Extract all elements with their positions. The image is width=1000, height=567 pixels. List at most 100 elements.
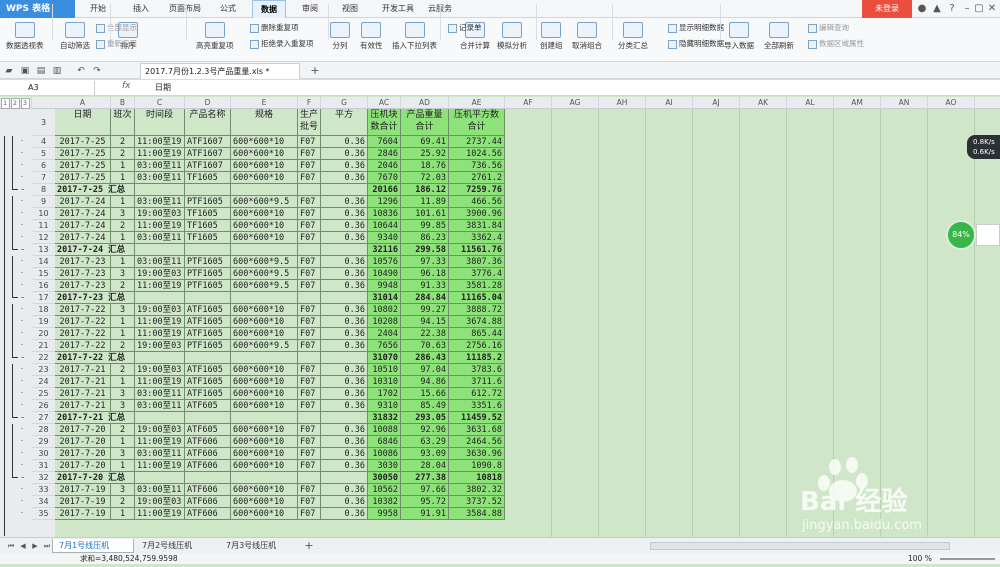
cell[interactable]	[231, 244, 298, 256]
cell[interactable]: 11:00至19	[135, 460, 185, 472]
cell[interactable]: 2017-7-21 汇总	[55, 412, 185, 424]
add-sheet-icon[interactable]: +	[302, 539, 316, 553]
cell[interactable]: 600*600*10	[231, 400, 298, 412]
cell[interactable]: 7670	[368, 172, 401, 184]
cell[interactable]: 612.72	[449, 388, 505, 400]
cell[interactable]: 10088	[368, 424, 401, 436]
row-number[interactable]: 21	[32, 340, 55, 352]
skin-icon[interactable]: ●	[915, 2, 929, 16]
cell[interactable]: 69.41	[401, 136, 449, 148]
cell[interactable]: 03:00至11	[135, 172, 185, 184]
ribbon-button-12[interactable]: 导入数据	[724, 20, 754, 51]
cell[interactable]: 2017-7-20 汇总	[55, 472, 185, 484]
ribbon-button-6[interactable]: 插入下拉列表	[392, 20, 437, 51]
cell[interactable]: PTF1605	[185, 268, 231, 280]
cell[interactable]: 产品名称	[185, 109, 231, 136]
cell[interactable]: 1	[111, 256, 135, 268]
cell[interactable]: F07	[298, 340, 321, 352]
cell[interactable]: 85.49	[401, 400, 449, 412]
login-button[interactable]: 未登录	[862, 0, 912, 18]
cell[interactable]: 11:00至19	[135, 436, 185, 448]
cell[interactable]: F07	[298, 232, 321, 244]
cell[interactable]: 2017-7-22	[55, 328, 111, 340]
cell[interactable]: 20166	[368, 184, 401, 196]
outline-level-buttons[interactable]: 123	[0, 97, 32, 109]
cell[interactable]: 2017-7-20	[55, 424, 111, 436]
cell[interactable]	[185, 472, 231, 484]
outline-level-3[interactable]: 3	[20, 98, 30, 109]
cell[interactable]: 600*600*10	[231, 160, 298, 172]
cell[interactable]: 1	[111, 232, 135, 244]
row-number[interactable]: 9	[32, 196, 55, 208]
cell[interactable]: 10208	[368, 316, 401, 328]
cell[interactable]: 9310	[368, 400, 401, 412]
cell[interactable]: 2761.2	[449, 172, 505, 184]
column-header[interactable]: D	[185, 97, 231, 109]
cell[interactable]: 规格	[231, 109, 298, 136]
cell[interactable]: 101.61	[401, 208, 449, 220]
ribbon-small-5[interactable]: 显示明细数据	[668, 22, 724, 34]
cell[interactable]: F07	[298, 460, 321, 472]
save-icon[interactable]: ▣	[18, 64, 32, 78]
cell[interactable]: TF1605	[185, 208, 231, 220]
cell[interactable]: PTF1605	[185, 280, 231, 292]
row-number[interactable]: 11	[32, 220, 55, 232]
cell[interactable]: 600*600*10	[231, 316, 298, 328]
cell[interactable]: 93.09	[401, 448, 449, 460]
cell[interactable]	[321, 352, 368, 364]
cell[interactable]: 2017-7-24 汇总	[55, 244, 185, 256]
cell[interactable]: 11:00至19	[135, 508, 185, 520]
cell[interactable]: PTF1605	[185, 340, 231, 352]
cell[interactable]: 1024.56	[449, 148, 505, 160]
cell[interactable]: 产品重量合计	[401, 109, 449, 136]
cell[interactable]: 600*600*10	[231, 376, 298, 388]
cell[interactable]: 600*600*10	[231, 208, 298, 220]
cell[interactable]: F07	[298, 436, 321, 448]
row-number[interactable]: 10	[32, 208, 55, 220]
cell[interactable]: 600*600*10	[231, 388, 298, 400]
cell[interactable]: 3362.4	[449, 232, 505, 244]
cell[interactable]: 2	[111, 424, 135, 436]
cell[interactable]: 3783.6	[449, 364, 505, 376]
row-number[interactable]: 29	[32, 436, 55, 448]
outline-level-1[interactable]: 1	[0, 98, 10, 109]
cell[interactable]: 2	[111, 364, 135, 376]
row-number[interactable]: 17	[32, 292, 55, 304]
cell[interactable]: 1296	[368, 196, 401, 208]
cell[interactable]: 1	[111, 316, 135, 328]
cell[interactable]: 19:00至03	[135, 496, 185, 508]
cell[interactable]: 0.36	[321, 364, 368, 376]
outline-collapse-button[interactable]: –	[21, 246, 26, 253]
name-box[interactable]: A3	[0, 81, 95, 95]
cell[interactable]: 2	[111, 340, 135, 352]
cell[interactable]: 2017-7-24	[55, 196, 111, 208]
cell[interactable]: 2017-7-19	[55, 496, 111, 508]
cell[interactable]: 277.38	[401, 472, 449, 484]
cell[interactable]: 31832	[368, 412, 401, 424]
cell[interactable]: 99.85	[401, 220, 449, 232]
menu-1[interactable]: 插入	[128, 0, 154, 18]
cell[interactable]	[298, 244, 321, 256]
cell[interactable]: 1	[111, 160, 135, 172]
cell[interactable]: 2017-7-25	[55, 136, 111, 148]
cell[interactable]: 0.36	[321, 160, 368, 172]
cell[interactable]: 1	[111, 328, 135, 340]
cell[interactable]: 0.36	[321, 436, 368, 448]
cell[interactable]: 11165.04	[449, 292, 505, 304]
cell[interactable]: F07	[298, 304, 321, 316]
cell[interactable]	[231, 352, 298, 364]
cell[interactable]: 19:00至03	[135, 304, 185, 316]
cell[interactable]: 03:00至11	[135, 196, 185, 208]
row-number[interactable]: 5	[32, 148, 55, 160]
cell[interactable]: 0.36	[321, 460, 368, 472]
cell[interactable]: 03:00至11	[135, 400, 185, 412]
cell[interactable]: 2846	[368, 148, 401, 160]
cell[interactable]: F07	[298, 496, 321, 508]
cell[interactable]: 0.36	[321, 400, 368, 412]
cell[interactable]	[298, 292, 321, 304]
row-number[interactable]: 25	[32, 388, 55, 400]
cell[interactable]: F07	[298, 220, 321, 232]
cell[interactable]	[231, 292, 298, 304]
cell[interactable]: ATF1605	[185, 388, 231, 400]
cell[interactable]: 19:00至03	[135, 208, 185, 220]
